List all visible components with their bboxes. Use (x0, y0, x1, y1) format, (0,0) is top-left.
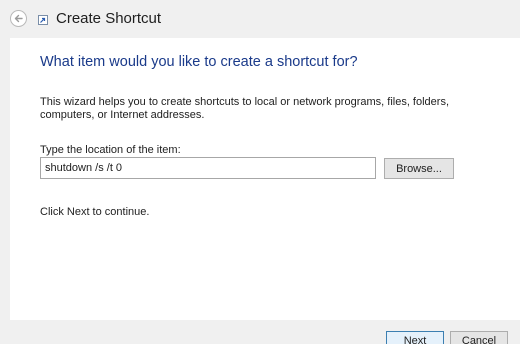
browse-button[interactable]: Browse... (384, 158, 454, 179)
cancel-button[interactable]: Cancel (450, 331, 508, 344)
title-bar: Create Shortcut (0, 0, 520, 38)
next-button[interactable]: Next (386, 331, 444, 344)
continue-hint: Click Next to continue. (40, 206, 150, 218)
wizard-content: What item would you like to create a sho… (10, 38, 520, 320)
location-input[interactable] (40, 157, 376, 179)
back-button[interactable] (10, 10, 27, 27)
create-shortcut-window: Create Shortcut What item would you like… (0, 0, 520, 344)
window-title: Create Shortcut (56, 10, 162, 27)
shortcut-icon (38, 15, 48, 25)
wizard-description: This wizard helps you to create shortcut… (40, 96, 450, 121)
page-heading: What item would you like to create a sho… (40, 54, 358, 70)
location-label: Type the location of the item: (40, 144, 181, 156)
back-arrow-icon (14, 14, 23, 23)
